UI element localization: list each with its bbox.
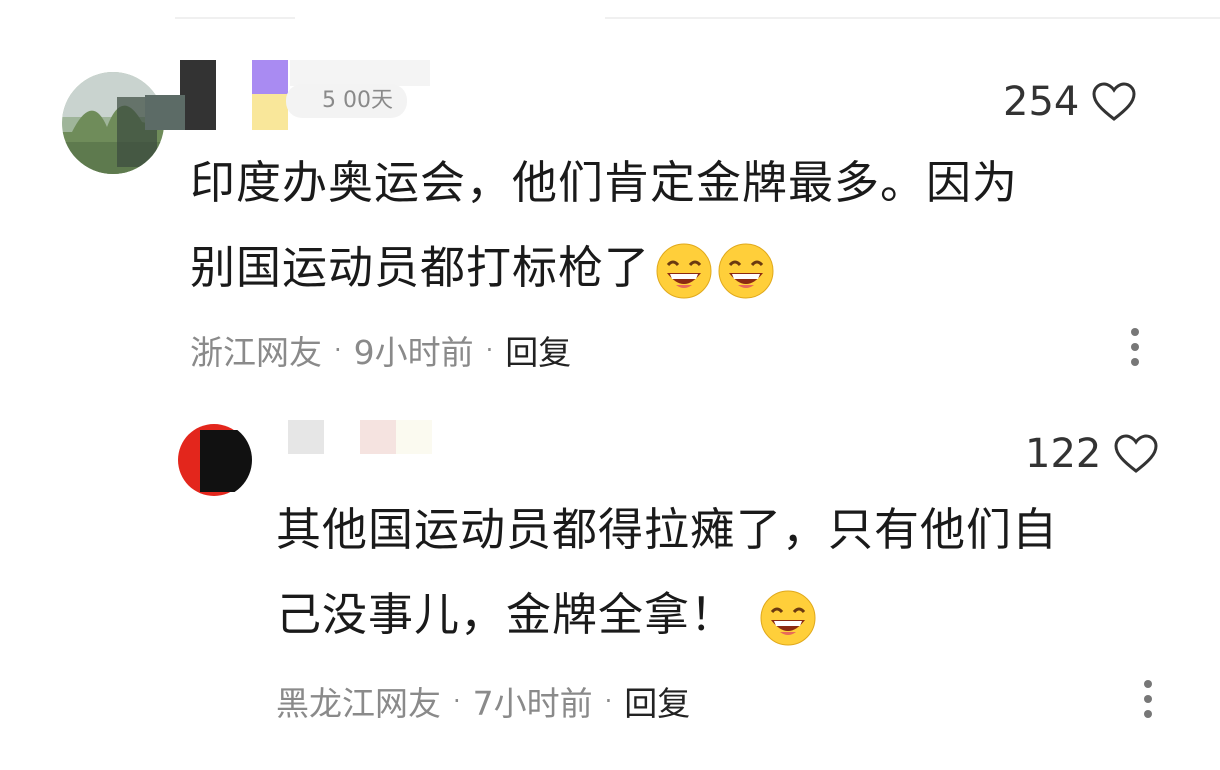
reply-button[interactable]: 回复 <box>505 326 571 374</box>
timestamp: 7小时前 <box>472 684 593 723</box>
username-placeholder <box>290 60 430 86</box>
level-badge-yellow <box>252 94 288 130</box>
like-button[interactable]: 254 <box>1003 80 1137 124</box>
comment-text-line: 其他国运动员都得拉瘫了，只有他们自 <box>276 503 1059 556</box>
like-count: 254 <box>1003 79 1080 125</box>
grinning-emoji <box>656 243 712 299</box>
heart-icon[interactable] <box>1091 81 1137 123</box>
comment-body: 印度办奥运会，他们肯定金牌最多。因为 别国运动员都打标枪了 <box>190 140 1018 310</box>
top-divider-left <box>175 17 295 19</box>
comment-text: 别国运动员都打标枪了 <box>190 241 651 294</box>
top-divider-right <box>605 17 1220 19</box>
level-badge-purple <box>252 60 288 94</box>
more-vertical-icon[interactable] <box>1130 328 1140 368</box>
location-label: 浙江网友 <box>190 333 322 372</box>
like-count: 122 <box>1025 431 1102 477</box>
separator-dot: · <box>604 687 613 715</box>
comment-text: 己没事儿，金牌全拿！ <box>276 588 737 641</box>
comment-meta: 黑龙江网友 · 7小时前 · 回复 <box>276 677 690 725</box>
comment-body: 其他国运动员都得拉瘫了，只有他们自 己没事儿，金牌全拿！ <box>276 487 1058 657</box>
like-button[interactable]: 122 <box>1025 432 1159 476</box>
username-placeholder <box>288 420 324 454</box>
timestamp: 9小时前 <box>353 333 474 372</box>
comment-text-line: 印度办奥运会，他们肯定金牌最多。因为 <box>190 156 1019 209</box>
separator-dot: · <box>485 336 494 364</box>
username-placeholder-2 <box>360 420 396 454</box>
separator-dot: · <box>334 336 342 364</box>
comment-text-line-2: 己没事儿，金牌全拿！ <box>276 572 1058 657</box>
username-redacted[interactable] <box>180 60 216 130</box>
username-redacted-2 <box>145 95 185 130</box>
comment-text-line-2: 别国运动员都打标枪了 <box>190 225 1018 310</box>
grinning-emoji <box>718 243 774 299</box>
reply-button[interactable]: 回复 <box>624 677 690 725</box>
comment-meta: 浙江网友 · 9小时前 · 回复 <box>190 326 571 374</box>
streak-badge: 5 00天 <box>286 84 407 118</box>
grinning-emoji <box>760 590 816 646</box>
avatar[interactable] <box>176 422 252 498</box>
separator-dot: · <box>453 687 461 715</box>
location-label: 黑龙江网友 <box>276 684 441 723</box>
heart-icon[interactable] <box>1113 433 1159 475</box>
username-placeholder-3 <box>396 420 432 454</box>
more-vertical-icon[interactable] <box>1143 680 1153 720</box>
